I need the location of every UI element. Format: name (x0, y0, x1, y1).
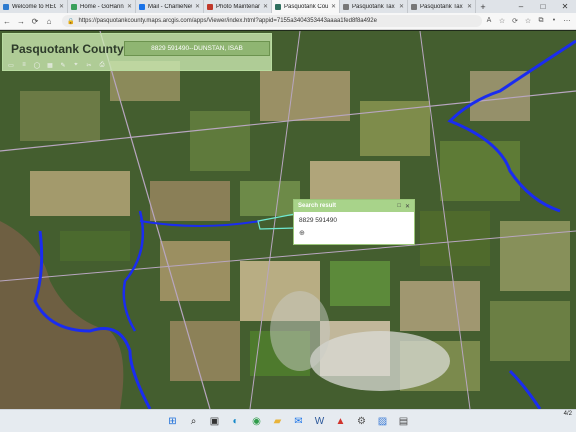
tab-favicon-icon (139, 3, 145, 10)
tab-title: Mail - CharlieNews (148, 3, 192, 10)
satellite-imagery (0, 31, 576, 409)
acrobat-icon[interactable]: ▲ (332, 413, 349, 430)
layers-icon[interactable]: ≡ (20, 62, 28, 69)
browser-toolbar: A ☆ ⟳ ☆ ⧉ • ⋯ (484, 17, 576, 25)
profile-icon[interactable]: • (549, 17, 559, 25)
url-field[interactable]: 🔒 https://pasquotankcounty.maps.arcgis.c… (62, 15, 482, 27)
browser-tab[interactable]: Mail - CharlieNews✕ (136, 0, 204, 13)
collections-icon[interactable]: ⧉ (536, 17, 546, 25)
tab-favicon-icon (411, 3, 417, 10)
browser-tab[interactable]: Welcome to REOcity✕ (0, 0, 68, 13)
search-icon[interactable]: ⌕ (185, 413, 202, 430)
forward-icon[interactable]: → (14, 17, 28, 26)
browser-tab[interactable]: Pasquotank County✕ (272, 0, 340, 13)
browser-tab-bar: Welcome to REOcity✕Home - GoHanna✕Mail -… (0, 0, 576, 13)
popup-title: Search result (298, 203, 337, 209)
search-result-value: 8829 591490 (299, 217, 337, 224)
tab-title: Home - GoHanna (80, 3, 124, 10)
favorites-icon[interactable]: ☆ (523, 17, 533, 25)
satellite-map[interactable]: 1km (0, 31, 576, 409)
measure-icon[interactable]: ✂ (85, 62, 93, 69)
new-tab-button[interactable]: + (476, 0, 490, 13)
draw-icon[interactable]: ✎ (59, 62, 67, 69)
popup-header: Search result □ ✕ (294, 200, 414, 212)
window-controls: – □ ✕ (510, 0, 576, 13)
mail-icon[interactable]: ✉ (290, 413, 307, 430)
url-text: https://pasquotankcounty.maps.arcgis.com… (78, 18, 377, 24)
maximize-popup-icon[interactable]: □ (397, 203, 401, 210)
close-tab-icon[interactable]: ✕ (399, 3, 404, 10)
tab-title: Pasquotank Tax Ca (420, 3, 464, 10)
read-aloud-icon[interactable]: A (484, 17, 494, 25)
tab-favicon-icon (71, 3, 77, 10)
close-tab-icon[interactable]: ✕ (331, 3, 336, 10)
basemap-icon[interactable]: ▭ (7, 62, 15, 69)
map-toolbar: ▭ ≡ ◯ ▦ ✎ ⌖ ✂ ⎙ (7, 62, 106, 69)
tab-favicon-icon (207, 3, 213, 10)
tab-favicon-icon (343, 3, 349, 10)
chrome-browser-icon[interactable]: ◉ (248, 413, 265, 430)
home-icon[interactable]: ⌂ (42, 17, 56, 26)
app-header: Pasquotank County NC 8829 591490--DUNSTA… (2, 33, 272, 71)
refresh-icon[interactable]: ⟳ (510, 17, 520, 25)
table-icon[interactable]: ▦ (46, 62, 54, 69)
close-window-icon[interactable]: ✕ (554, 2, 576, 11)
browser-tab[interactable]: Pasquotank Tax Ca✕ (340, 0, 408, 13)
search-result-popup: Search result □ ✕ 8829 591490 ⊕ (293, 199, 415, 245)
tab-title: Photo Maintenance (216, 3, 260, 10)
close-tab-icon[interactable]: ✕ (59, 3, 64, 10)
tab-favicon-icon (3, 3, 9, 10)
zoom-to-icon[interactable]: ⊕ (299, 229, 409, 237)
edge-browser-icon[interactable]: ◐ (227, 413, 244, 430)
task-view-icon[interactable]: ▣ (206, 413, 223, 430)
favorite-icon[interactable]: ☆ (497, 17, 507, 25)
more-icon[interactable]: ⋯ (562, 17, 572, 25)
tab-title: Pasquotank County (284, 3, 328, 10)
close-tab-icon[interactable]: ✕ (195, 3, 200, 10)
browser-tab[interactable]: Home - GoHanna ✕ (68, 0, 136, 13)
settings-icon[interactable]: ⚙ (353, 413, 370, 430)
address-bar-row: ← → ⟳ ⌂ 🔒 https://pasquotankcounty.maps.… (0, 13, 576, 30)
tab-title: Pasquotank Tax Ca (352, 3, 396, 10)
print-icon[interactable]: ⎙ (98, 62, 106, 69)
store-icon[interactable]: ▤ (395, 413, 412, 430)
tab-favicon-icon (275, 3, 281, 10)
browser-tab[interactable]: Photo Maintenance✕ (204, 0, 272, 13)
close-tab-icon[interactable]: ✕ (467, 3, 472, 10)
maximize-icon[interactable]: □ (532, 2, 554, 11)
system-tray: 4/2 (564, 411, 572, 417)
back-icon[interactable]: ← (0, 17, 14, 26)
parcel-search-field[interactable]: 8829 591490--DUNSTAN, ISAB (124, 41, 270, 56)
clock[interactable]: 4/2 (564, 411, 572, 417)
lock-icon: 🔒 (67, 18, 75, 25)
word-icon[interactable]: W (311, 413, 328, 430)
legend-icon[interactable]: ◯ (33, 62, 41, 69)
minimize-icon[interactable]: – (510, 2, 532, 11)
windows-taskbar: ⊞ ⌕ ▣ ◐ ◉ ▰ ✉ W ▲ ⚙ ▨ ▤ (0, 409, 576, 432)
photos-icon[interactable]: ▨ (374, 413, 391, 430)
reload-icon[interactable]: ⟳ (28, 17, 42, 26)
browser-tab[interactable]: Pasquotank Tax Ca✕ (408, 0, 476, 13)
tab-title: Welcome to REOcity (12, 3, 56, 10)
close-tab-icon[interactable]: ✕ (127, 3, 132, 10)
windows-start-icon[interactable]: ⊞ (164, 413, 181, 430)
close-tab-icon[interactable]: ✕ (263, 3, 268, 10)
close-popup-icon[interactable]: ✕ (405, 203, 410, 210)
locate-icon[interactable]: ⌖ (72, 62, 80, 69)
file-explorer-icon[interactable]: ▰ (269, 413, 286, 430)
